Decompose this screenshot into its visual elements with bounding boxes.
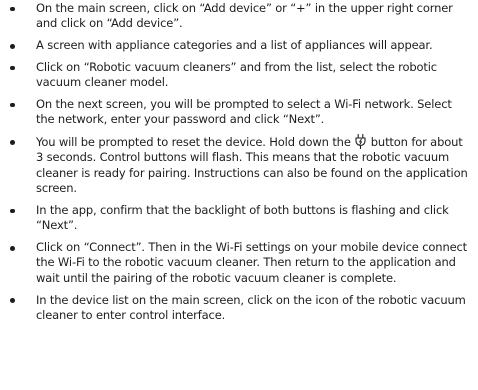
step-6: In the app, confirm that the backlight o… (6, 203, 470, 234)
instruction-document: On the main screen, click on “Add device… (0, 0, 478, 390)
pairing-steps-list: On the main screen, click on “Add device… (6, 1, 470, 323)
bullet-icon (10, 6, 15, 12)
bullet-icon (10, 65, 15, 71)
step-1: On the main screen, click on “Add device… (6, 1, 470, 32)
step-5-text-before-icon: You will be prompted to reset the device… (36, 135, 351, 150)
step-8-text: In the device list on the main screen, c… (36, 292, 466, 322)
step-2-text: A screen with appliance categories and a… (36, 38, 433, 53)
step-2: A screen with appliance categories and a… (6, 38, 470, 53)
step-3-text: Click on “Robotic vacuum cleaners” and f… (36, 59, 437, 90)
step-4: On the next screen, you will be prompted… (6, 97, 470, 128)
step-5: You will be prompted to reset the device… (6, 134, 470, 197)
bullet-icon (10, 43, 15, 49)
power-plug-icon (355, 134, 366, 150)
step-6-text: In the app, confirm that the backlight o… (36, 202, 449, 233)
bullet-icon (10, 245, 15, 251)
bullet-icon (10, 139, 15, 145)
step-8: In the device list on the main screen, c… (6, 293, 470, 324)
bullet-icon (10, 298, 15, 304)
step-4-text: On the next screen, you will be prompted… (36, 96, 452, 127)
bullet-icon (10, 102, 15, 108)
step-1-text: On the main screen, click on “Add device… (36, 1, 453, 31)
bullet-icon (10, 208, 15, 214)
step-7: Click on “Connect”. Then in the Wi-Fi se… (6, 240, 470, 286)
step-3: Click on “Robotic vacuum cleaners” and f… (6, 60, 470, 91)
step-7-text: Click on “Connect”. Then in the Wi-Fi se… (36, 240, 468, 285)
